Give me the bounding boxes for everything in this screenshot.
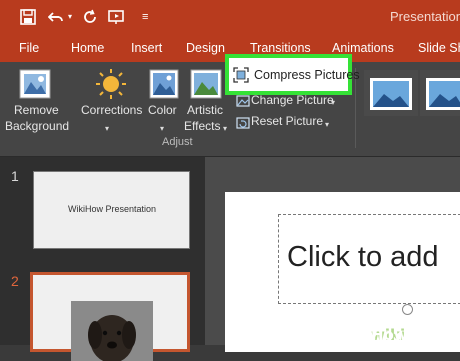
picture-style-2[interactable] [420, 70, 460, 121]
remove-background-label-2[interactable]: Background [5, 118, 69, 134]
customize-icon[interactable]: ≡ [142, 9, 148, 25]
compress-pictures-label: Compress Pictures [254, 68, 360, 82]
redo-icon[interactable] [82, 9, 98, 28]
tab-transitions[interactable]: Transitions [250, 41, 311, 55]
save-icon[interactable] [20, 9, 36, 28]
rotate-handle[interactable] [402, 304, 413, 315]
corrections-icon[interactable] [94, 68, 128, 105]
slide-number-1: 1 [11, 168, 19, 184]
corrections-dropdown-icon[interactable]: ▾ [105, 121, 109, 137]
remove-background-icon[interactable] [18, 68, 52, 105]
title-bar: ▾ ≡ Presentation.p [0, 0, 460, 36]
tab-insert[interactable]: Insert [131, 41, 162, 55]
tab-file[interactable]: File [19, 41, 39, 55]
remove-background-label[interactable]: Remove [14, 102, 59, 118]
title-placeholder-text: Click to add [287, 241, 439, 273]
artistic-effects-label[interactable]: Artistic [187, 102, 223, 118]
compress-pictures-icon [233, 67, 249, 88]
reset-picture-dropdown-icon[interactable]: ▾ [325, 117, 329, 133]
undo-icon[interactable] [47, 9, 66, 28]
slide-number-2: 2 [11, 273, 19, 289]
artistic-effects-label-2[interactable]: Effects [184, 118, 220, 134]
tab-animations[interactable]: Animations [332, 41, 394, 55]
change-picture-dropdown-icon[interactable]: ▾ [331, 95, 335, 111]
slide-thumbnail-title: WikiHow Presentation [68, 204, 157, 214]
slide-thumbnail-1[interactable]: WikiHow Presentation [33, 171, 190, 249]
adjust-group-label: Adjust [162, 136, 193, 148]
picture-style-1[interactable] [364, 70, 418, 121]
present-icon[interactable] [108, 9, 126, 28]
tab-slide-show[interactable]: Slide Sh [418, 41, 460, 55]
undo-dropdown-icon[interactable]: ▾ [68, 9, 72, 25]
change-picture-icon[interactable] [236, 94, 250, 112]
wikihow-watermark: wiki How [367, 320, 460, 345]
artistic-effects-icon[interactable] [190, 68, 222, 105]
slide-thumbnail-2[interactable] [30, 272, 190, 361]
reset-picture-button[interactable]: Reset Picture [251, 114, 323, 128]
reset-picture-icon[interactable] [236, 116, 250, 134]
compress-pictures-button[interactable]: Compress Pictures [225, 54, 360, 95]
color-dropdown-icon[interactable]: ▾ [160, 121, 164, 137]
corrections-label[interactable]: Corrections [81, 102, 142, 118]
change-picture-button[interactable]: Change Picture [251, 93, 334, 107]
window-title: Presentation.p [390, 9, 460, 24]
artistic-effects-dropdown-icon[interactable]: ▾ [223, 121, 227, 137]
watermark-suffix: How [371, 326, 408, 344]
tab-home[interactable]: Home [71, 41, 104, 55]
title-placeholder[interactable]: Click to add [278, 214, 460, 304]
color-icon[interactable] [149, 68, 179, 105]
dog-photo [71, 301, 153, 361]
color-label[interactable]: Color [148, 102, 177, 118]
tab-design[interactable]: Design [186, 41, 225, 55]
